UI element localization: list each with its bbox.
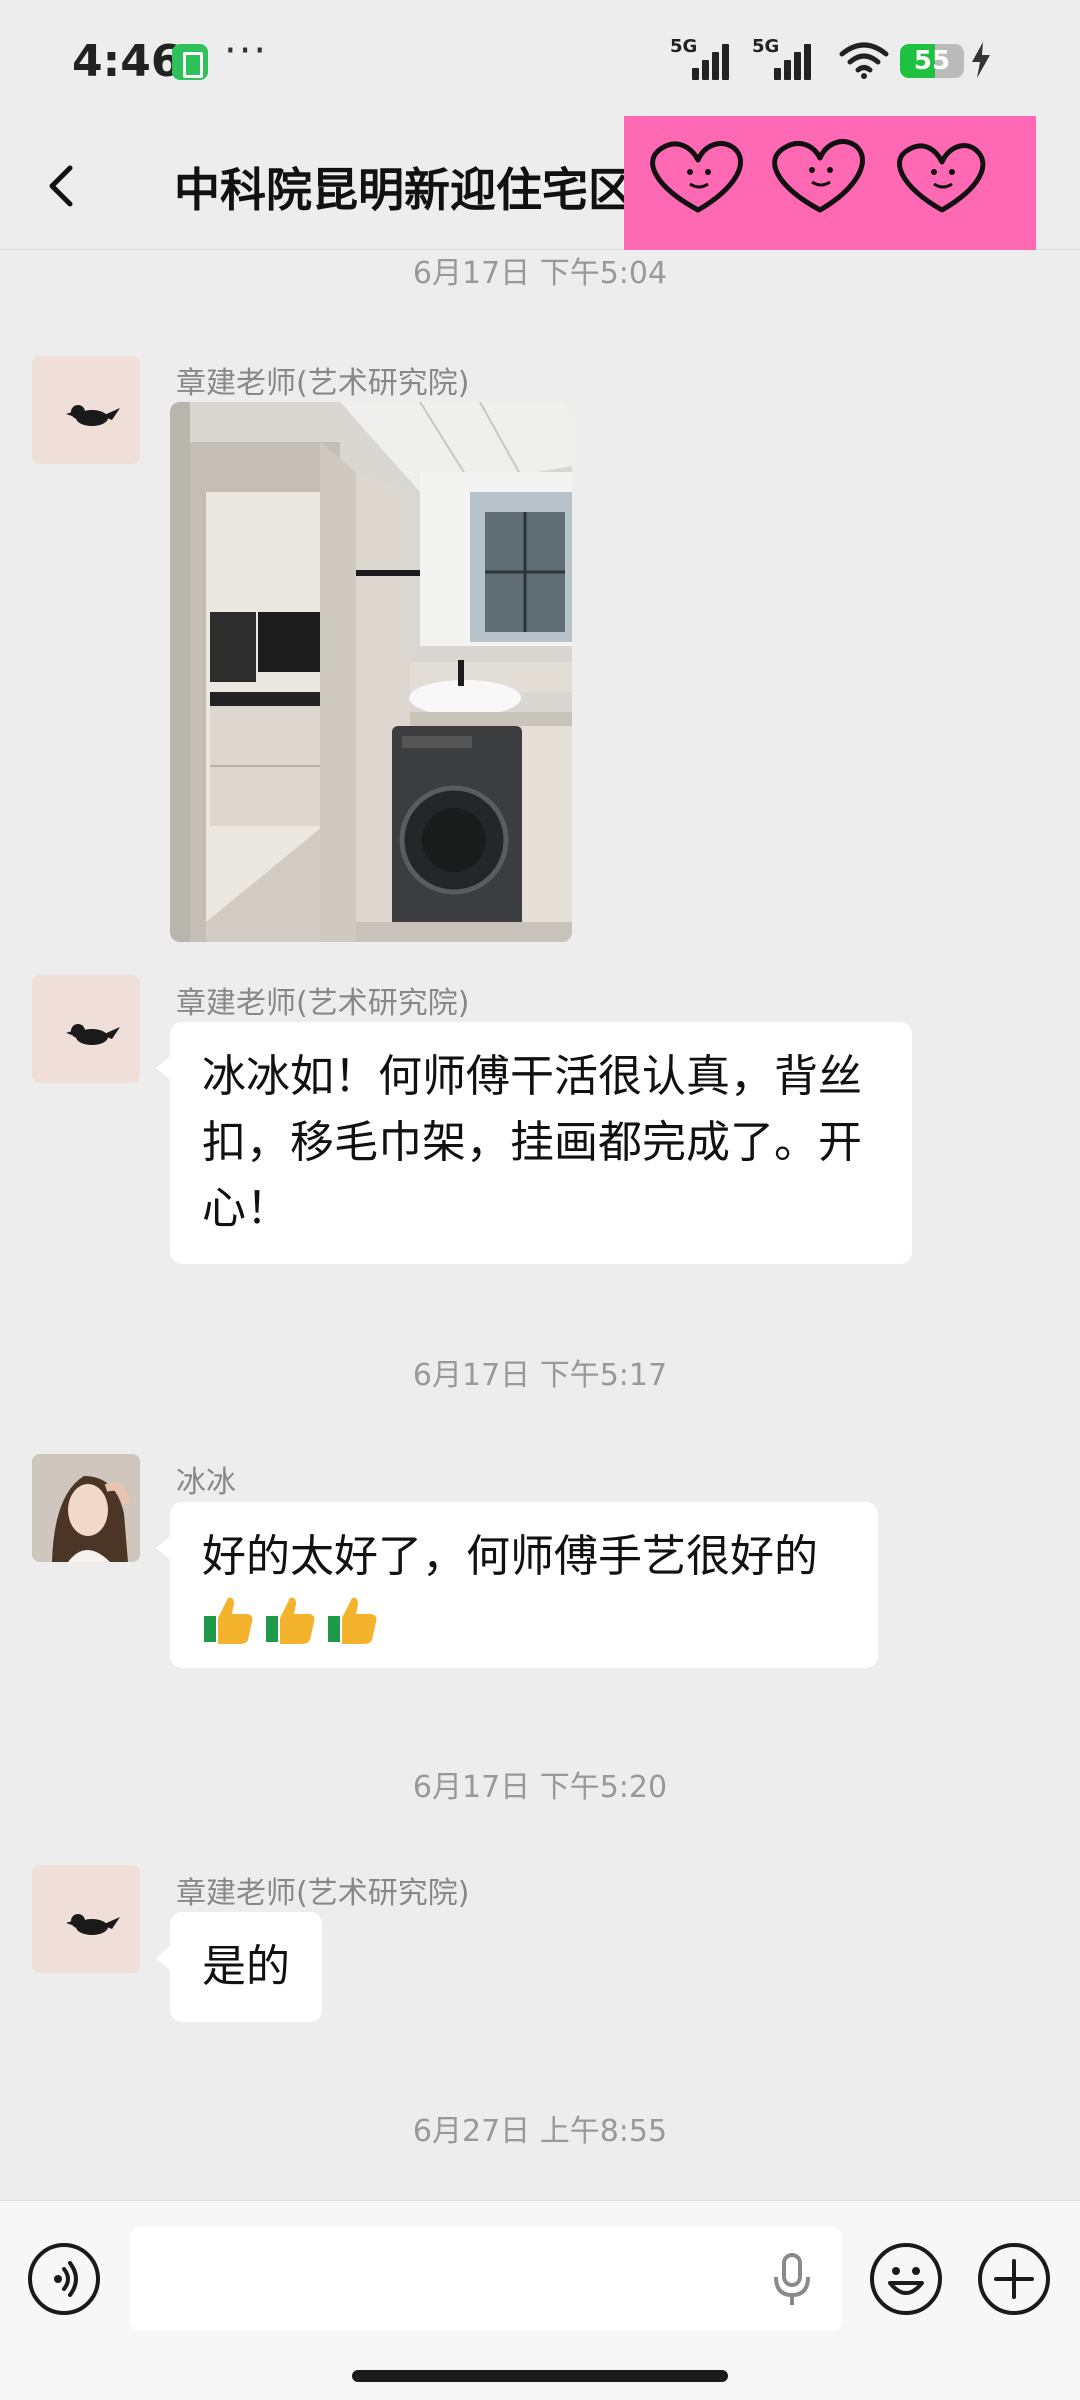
wifi-icon [839, 42, 889, 79]
bathroom-laundry-photo[interactable] [170, 402, 572, 942]
message-input[interactable] [130, 2227, 842, 2331]
chat-title[interactable]: 中科院昆明新迎住宅区 [174, 154, 634, 220]
timestamp: 6月17日 下午5:20 [412, 1770, 668, 1805]
signal-icon: 5G [670, 36, 740, 84]
message-line: 冰冰如！何师傅干活很认真，背丝 [202, 1051, 862, 1102]
mic-icon[interactable] [772, 2253, 812, 2307]
message-bubble[interactable]: 是的 [156, 1912, 322, 2022]
thumbs-up-icon [266, 1597, 315, 1644]
bird-avatar[interactable] [32, 356, 140, 464]
battery-level: 55 [913, 46, 951, 76]
emoji-icon[interactable] [870, 2243, 942, 2315]
status-icons: 5G 5G 55 [670, 36, 1000, 84]
bird-avatar[interactable] [32, 1865, 140, 1973]
app-notification-icon [172, 44, 208, 80]
thumbs-up-icon [328, 1597, 377, 1644]
signal-label: 5G [670, 36, 698, 57]
battery-icon: 55 [900, 44, 964, 78]
timestamp: 6月27日 上午8:55 [412, 2114, 668, 2149]
charging-icon [972, 42, 990, 78]
emoji-row [202, 1592, 846, 1646]
signal-icon: 5G [752, 36, 822, 84]
status-bar: 4:46 ··· 5G 5G 55 [0, 0, 1080, 120]
message-bubble[interactable]: 冰冰如！何师傅干活很认真，背丝 扣，移毛巾架，挂画都完成了。开 心！ [156, 1022, 912, 1264]
message-line: 是的 [202, 1941, 290, 1992]
message-line: 好的太好了，何师傅手艺很好的 [202, 1531, 818, 1582]
message-line: 心！ [202, 1183, 290, 1234]
more-dots-icon: ··· [224, 28, 269, 74]
home-indicator[interactable] [352, 2370, 728, 2382]
timestamp: 6月17日 下午5:04 [412, 256, 668, 291]
timestamp: 6月17日 下午5:17 [412, 1358, 668, 1393]
thumbs-up-icon [204, 1597, 253, 1644]
sender-name: 冰冰 [176, 1465, 236, 1500]
sender-name: 章建老师(艺术研究院) [176, 986, 470, 1021]
chat-header: 中科院昆明新迎住宅区 [0, 116, 1080, 250]
chevron-left-icon[interactable] [34, 156, 90, 216]
sender-name: 章建老师(艺术研究院) [176, 366, 470, 401]
voice-icon[interactable] [28, 2243, 100, 2315]
bird-avatar[interactable] [32, 975, 140, 1083]
plus-icon[interactable] [978, 2243, 1050, 2315]
message-line: 扣，移毛巾架，挂画都完成了。开 [202, 1117, 862, 1168]
message-bubble[interactable]: 好的太好了，何师傅手艺很好的 [156, 1502, 878, 1668]
person-avatar[interactable] [32, 1454, 140, 1562]
status-time: 4:46 [72, 36, 182, 87]
sender-name: 章建老师(艺术研究院) [176, 1876, 470, 1911]
signal-label: 5G [752, 36, 780, 57]
three-hearts-sticker [624, 116, 1036, 250]
